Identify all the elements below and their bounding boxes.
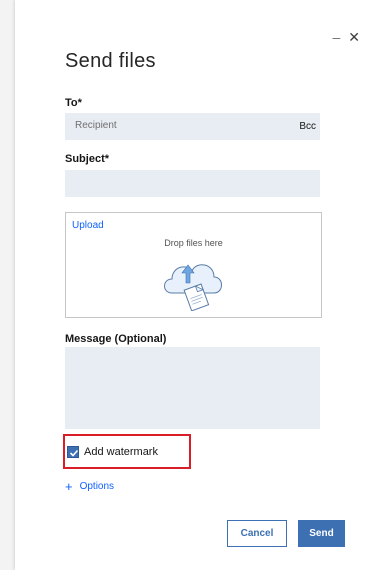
- send-button[interactable]: Send: [298, 520, 345, 547]
- dialog-title: Send files: [65, 50, 156, 72]
- bcc-link[interactable]: Bcc: [299, 121, 316, 132]
- recipient-input[interactable]: Recipient Bcc: [65, 113, 320, 140]
- send-files-dialog: – ✕ Send files To* Recipient Bcc Subject…: [15, 0, 366, 570]
- minimize-icon[interactable]: –: [332, 30, 340, 44]
- watermark-checkbox[interactable]: [67, 446, 79, 458]
- checkmark-icon: [69, 449, 79, 457]
- subject-label: Subject*: [65, 153, 110, 165]
- close-icon[interactable]: ✕: [348, 30, 360, 44]
- recipient-placeholder: Recipient: [75, 120, 117, 131]
- cancel-button[interactable]: Cancel: [227, 520, 287, 547]
- options-toggle[interactable]: + Options: [65, 480, 114, 493]
- upload-link[interactable]: Upload: [72, 220, 104, 231]
- subject-input[interactable]: [65, 170, 320, 197]
- cloud-upload-icon: [164, 264, 222, 311]
- options-label: Options: [79, 481, 115, 492]
- to-label: To*: [65, 97, 82, 109]
- upload-dropzone[interactable]: Upload Drop files here: [65, 212, 322, 318]
- message-textarea[interactable]: [65, 347, 320, 429]
- window-controls: – ✕: [332, 30, 360, 44]
- plus-icon: +: [65, 479, 73, 494]
- message-label: Message (Optional): [65, 333, 167, 345]
- watermark-label[interactable]: Add watermark: [84, 446, 158, 458]
- drop-files-text: Drop files here: [164, 238, 223, 248]
